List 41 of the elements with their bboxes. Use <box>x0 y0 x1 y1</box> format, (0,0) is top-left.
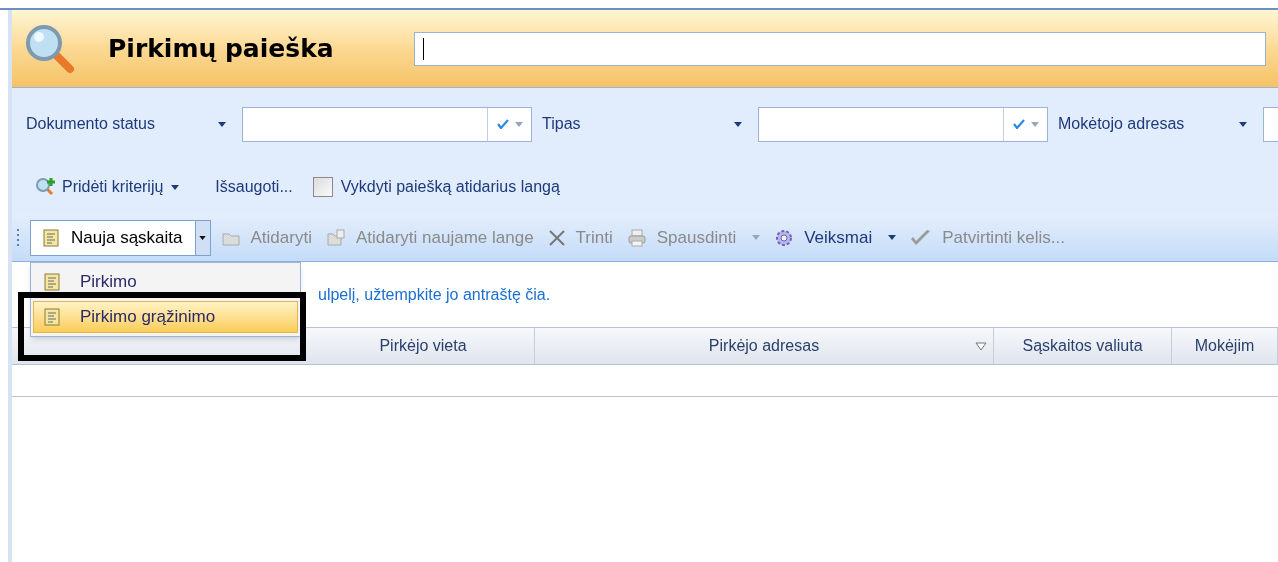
add-criteria-button[interactable]: Pridėti kriterijų <box>36 175 180 199</box>
checkbox[interactable] <box>312 177 333 197</box>
caret-icon <box>171 184 180 190</box>
checkbox-label: Vykdyti paiešką atidarius langą <box>340 177 560 197</box>
group-hint: ulpelį, užtempkite jo antraštę čia. <box>318 284 551 305</box>
close-icon <box>547 228 566 247</box>
caret-icon <box>888 235 897 240</box>
document-icon <box>43 228 59 247</box>
folder-icon <box>325 227 346 248</box>
grip-icon <box>16 226 20 249</box>
filter-label[interactable]: Dokumento status <box>26 112 242 136</box>
page-title: Pirkimų paieška <box>108 32 335 65</box>
filter-label[interactable]: Mokėtojo adresas <box>1058 112 1263 136</box>
printer-icon <box>626 228 647 247</box>
filter-combo[interactable] <box>758 106 1048 142</box>
column-header[interactable]: Sąskaitos valiuta <box>994 328 1172 364</box>
save-button[interactable]: Išsaugoti... <box>215 175 293 199</box>
toolbar-button[interactable]: Veiksmai <box>770 224 901 251</box>
checkmark-icon <box>496 119 509 129</box>
caret-icon <box>218 121 226 127</box>
column-header[interactable]: Mokėjim <box>1172 328 1278 364</box>
filter-combo[interactable] <box>242 106 532 142</box>
gear-icon <box>774 227 795 248</box>
document-icon <box>44 308 60 326</box>
caret-icon <box>199 235 206 240</box>
search-field[interactable] <box>414 31 1266 66</box>
new-invoice-button[interactable]: Nauja sąskaita <box>30 219 196 256</box>
search-add-icon <box>36 177 58 197</box>
search-icon <box>24 22 76 75</box>
caret-icon <box>752 235 761 240</box>
caret-icon <box>1030 121 1039 127</box>
caret-icon <box>514 121 523 127</box>
filter-label[interactable]: Tipas <box>542 112 758 136</box>
menu-item[interactable]: Pirkimo grąžinimo <box>33 301 298 333</box>
caret-icon <box>734 121 742 127</box>
column-header[interactable]: Pirkėjo adresas <box>535 328 994 364</box>
caret-icon <box>1239 121 1247 127</box>
checkmark-icon <box>910 228 933 247</box>
menu-item[interactable]: Pirkimo <box>33 266 298 298</box>
checkmark-icon <box>1012 119 1025 129</box>
document-icon <box>44 273 60 291</box>
